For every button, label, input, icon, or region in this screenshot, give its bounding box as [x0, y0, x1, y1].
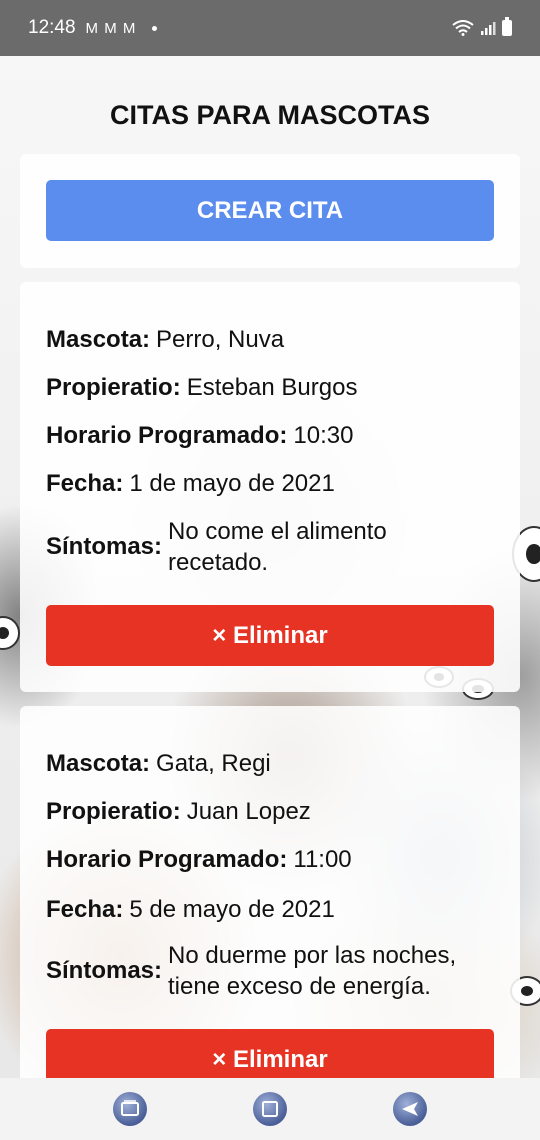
symptoms-line: tiene exceso de energía.: [168, 973, 431, 1000]
pet-value: Perro, Nuva: [156, 326, 285, 353]
notification-dot-icon: [152, 25, 158, 31]
owner-row: Propieratio: Juan Lopez: [46, 798, 500, 826]
appointment-card: Mascota: Gata, Regi Propieratio: Juan Lo…: [20, 706, 520, 1078]
symptoms-row: Síntomas: No duerme por las noches, tien…: [46, 940, 500, 1002]
symptoms-line: No duerme por las noches,: [168, 942, 457, 969]
time-value: 11:00: [293, 846, 352, 873]
pet-row: Mascota: Perro, Nuva: [46, 326, 500, 354]
pet-label: Mascota:: [46, 326, 151, 353]
pet-value: Gata, Regi: [156, 750, 271, 777]
date-value: 1 de mayo de 2021: [129, 470, 335, 497]
recent-apps-icon[interactable]: [113, 1092, 147, 1126]
wifi-icon: [452, 20, 474, 36]
symptoms-row: Síntomas: No come el alimento recetado.: [46, 516, 500, 578]
signal-icon: [481, 22, 496, 35]
date-row: Fecha: 1 de mayo de 2021: [46, 470, 500, 498]
back-icon[interactable]: [393, 1092, 427, 1126]
owner-label: Propieratio:: [46, 798, 181, 825]
delete-appointment-button[interactable]: × Eliminar: [46, 605, 494, 666]
time-label: Horario Programado:: [46, 846, 288, 873]
pet-row: Mascota: Gata, Regi: [46, 750, 500, 778]
date-value: 5 de mayo de 2021: [129, 896, 335, 923]
date-label: Fecha:: [46, 896, 124, 923]
symptoms-value: No come el alimento recetado.: [168, 516, 387, 578]
owner-value: Juan Lopez: [186, 798, 311, 825]
owner-row: Propieratio: Esteban Burgos: [46, 374, 500, 402]
navigation-bar: [0, 1078, 540, 1140]
gmail-notification-icons: M M M: [85, 19, 137, 37]
battery-icon: [502, 17, 512, 36]
time-value: 10:30: [293, 422, 354, 449]
owner-label: Propieratio:: [46, 374, 181, 401]
symptoms-label: Síntomas:: [46, 533, 163, 560]
status-time: 12:48: [28, 17, 76, 38]
owner-value: Esteban Burgos: [186, 374, 358, 401]
delete-appointment-button[interactable]: × Eliminar: [46, 1029, 494, 1078]
status-bar: 12:48 M M M: [0, 0, 540, 56]
symptoms-label: Síntomas:: [46, 957, 163, 984]
create-appointment-button[interactable]: CREAR CITA: [46, 180, 494, 241]
time-row: Horario Programado: 11:00: [46, 846, 500, 874]
date-label: Fecha:: [46, 470, 124, 497]
app-content: CITAS PARA MASCOTAS CREAR CITA Mascota: …: [0, 56, 540, 1078]
home-icon[interactable]: [253, 1092, 287, 1126]
time-row: Horario Programado: 10:30: [46, 422, 500, 450]
create-appointment-card: CREAR CITA: [20, 154, 520, 268]
symptoms-line: recetado.: [168, 549, 269, 576]
background-pet-eye-icon: [0, 616, 20, 650]
symptoms-line: No come el alimento: [168, 518, 387, 545]
appointment-card: Mascota: Perro, Nuva Propieratio: Esteba…: [20, 282, 520, 692]
pet-label: Mascota:: [46, 750, 151, 777]
page-title: CITAS PARA MASCOTAS: [110, 100, 430, 130]
time-label: Horario Programado:: [46, 422, 288, 449]
symptoms-value: No duerme por las noches, tiene exceso d…: [168, 940, 456, 1002]
date-row: Fecha: 5 de mayo de 2021: [46, 896, 500, 924]
